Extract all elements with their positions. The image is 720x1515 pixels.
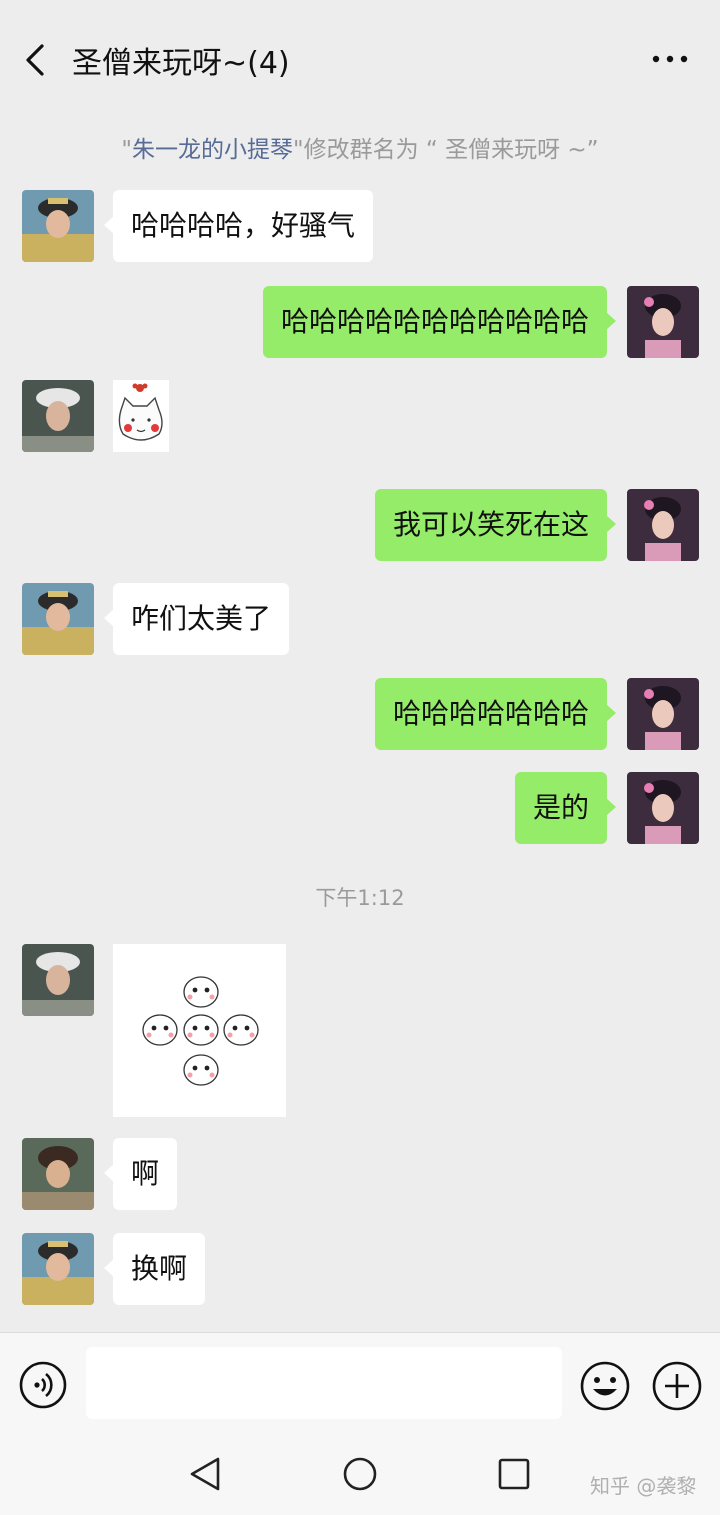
message-bubble-outgoing[interactable]: 是的	[514, 772, 617, 844]
more-icon[interactable]	[650, 52, 690, 66]
sticker-faces-image	[142, 976, 259, 1086]
sticker-faces[interactable]	[113, 944, 286, 1117]
sticker-cat[interactable]	[113, 380, 169, 452]
message-bubble-outgoing[interactable]: 哈哈哈哈哈哈哈哈哈哈哈	[262, 286, 617, 358]
chat-header: 圣僧来玩呀~(4)	[0, 0, 720, 120]
message-bubble-incoming[interactable]: 哈哈哈哈，好骚气	[103, 190, 374, 262]
message-bubble-incoming[interactable]: 咋们太美了	[103, 583, 290, 655]
chat-title: 圣僧来玩呀~(4)	[72, 46, 290, 81]
avatar-image	[627, 286, 699, 358]
watermark: 知乎 @袭黎	[590, 1474, 697, 1498]
group-rename-notice: "朱一龙的小提琴"修改群名为 “ 圣僧来玩呀 ~”	[0, 130, 720, 164]
nav-recent-icon[interactable]	[494, 1454, 534, 1494]
avatar[interactable]	[22, 380, 94, 452]
back-arrow-icon[interactable]	[22, 42, 52, 78]
avatar-image	[22, 1138, 94, 1210]
plus-icon[interactable]	[650, 1359, 704, 1413]
avatar[interactable]	[627, 286, 699, 358]
avatar[interactable]	[627, 489, 699, 561]
notice-quote: "	[121, 137, 132, 163]
nav-back-icon[interactable]	[186, 1454, 226, 1494]
message-timestamp: 下午1:12	[315, 886, 405, 910]
avatar[interactable]	[22, 944, 94, 1016]
message-bubble-outgoing[interactable]: 哈哈哈哈哈哈哈	[374, 678, 617, 750]
avatar[interactable]	[627, 772, 699, 844]
message-bubble-incoming[interactable]: 啊	[103, 1138, 178, 1210]
voice-icon[interactable]	[18, 1360, 68, 1410]
avatar[interactable]	[22, 1233, 94, 1305]
nav-home-icon[interactable]	[340, 1454, 380, 1494]
avatar-image	[627, 678, 699, 750]
emoji-icon[interactable]	[578, 1359, 632, 1413]
avatar[interactable]	[22, 1138, 94, 1210]
avatar[interactable]	[22, 190, 94, 262]
avatar-image	[627, 489, 699, 561]
notice-member-link[interactable]: 朱一龙的小提琴	[132, 137, 293, 163]
message-bubble-outgoing[interactable]: 我可以笑死在这	[374, 489, 617, 561]
avatar-image	[22, 190, 94, 262]
avatar-image	[627, 772, 699, 844]
input-bar	[0, 1332, 720, 1440]
avatar-image	[22, 1233, 94, 1305]
notice-text: "修改群名为 “ 圣僧来玩呀 ~”	[292, 137, 599, 163]
avatar-image	[22, 944, 94, 1016]
message-bubble-incoming[interactable]: 换啊	[103, 1233, 206, 1305]
message-input[interactable]	[86, 1347, 562, 1419]
avatar-image	[22, 583, 94, 655]
avatar[interactable]	[22, 583, 94, 655]
sticker-cat-image	[118, 383, 163, 441]
avatar[interactable]	[627, 678, 699, 750]
avatar-image	[22, 380, 94, 452]
